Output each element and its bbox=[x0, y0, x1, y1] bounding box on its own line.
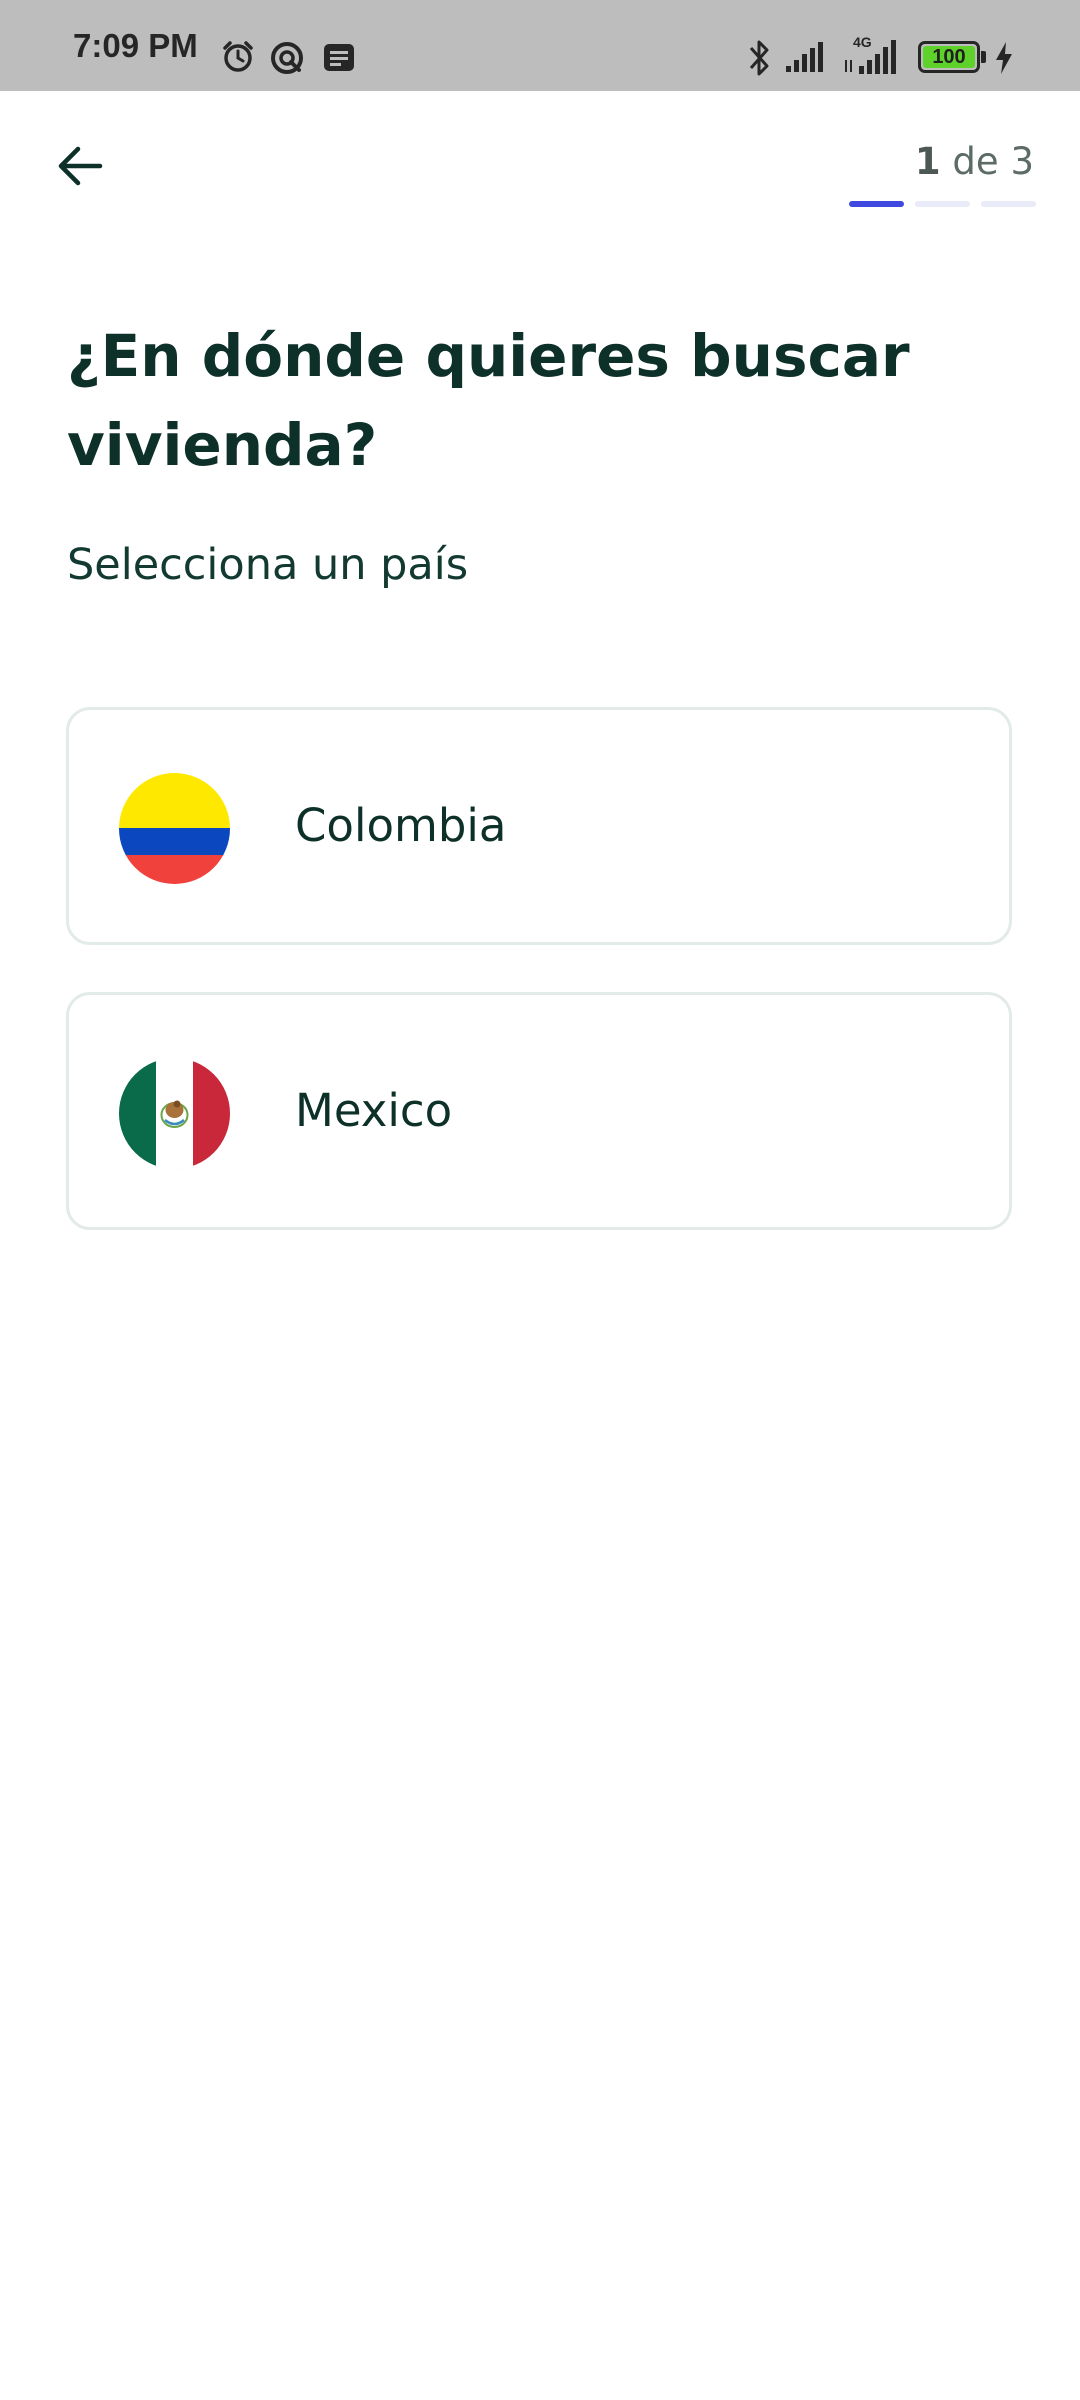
page-subtitle: Selecciona un país bbox=[67, 540, 469, 590]
colombia-flag-icon bbox=[119, 773, 230, 884]
step-total: de 3 bbox=[940, 140, 1034, 183]
country-name: Colombia bbox=[295, 799, 507, 852]
battery-level: 100 bbox=[932, 46, 966, 68]
arrow-left-icon bbox=[58, 146, 103, 186]
country-name: Mexico bbox=[295, 1084, 453, 1137]
status-bar: 7:09 PM 4G 100 bbox=[0, 0, 1080, 91]
mexico-flag-icon bbox=[119, 1058, 230, 1169]
back-button[interactable] bbox=[44, 130, 116, 202]
country-option-colombia[interactable]: Colombia bbox=[66, 707, 1012, 945]
data-saver-icon bbox=[271, 42, 303, 74]
page-title: ¿En dónde quieres buscar vivienda? bbox=[67, 322, 910, 479]
signal-4g-icon: 4G bbox=[843, 34, 905, 76]
country-option-mexico[interactable]: Mexico bbox=[66, 992, 1012, 1230]
progress-segment bbox=[849, 201, 904, 207]
signal-icon bbox=[786, 42, 823, 72]
notification-icon bbox=[324, 44, 354, 71]
progress-segment bbox=[915, 201, 970, 207]
charging-icon bbox=[996, 42, 1012, 74]
step-indicator: 1 de 3 bbox=[915, 140, 1034, 183]
status-time: 7:09 PM bbox=[73, 27, 198, 64]
step-current: 1 bbox=[914, 140, 941, 183]
progress-segment bbox=[981, 201, 1036, 207]
battery-icon: 100 bbox=[918, 41, 988, 73]
step-progress-bar bbox=[849, 201, 1036, 207]
alarm-icon bbox=[223, 41, 253, 72]
bluetooth-icon bbox=[749, 40, 769, 76]
